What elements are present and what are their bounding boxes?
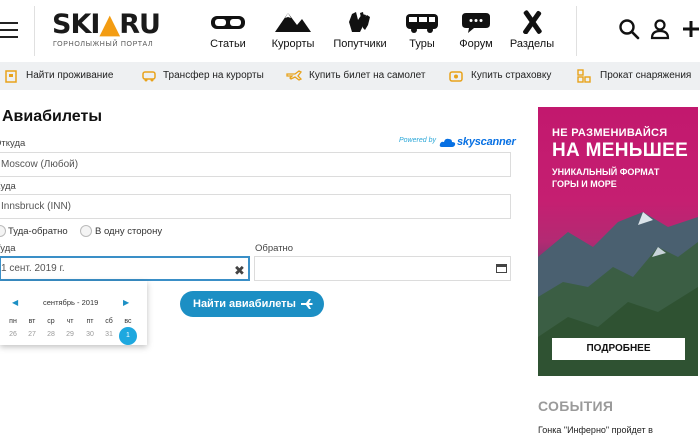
calendar-day[interactable]: 30 <box>81 331 99 338</box>
skyscanner-text: skyscanner <box>457 136 516 148</box>
prev-month-icon[interactable]: ◀ <box>12 298 18 307</box>
subnav-accommodation[interactable]: Найти проживание <box>4 62 116 90</box>
weekday-label: чт <box>66 318 74 325</box>
calendar-day[interactable]: 31 <box>100 331 118 338</box>
skis-icon <box>523 10 542 34</box>
insurance-icon <box>449 71 463 82</box>
depart-date-input[interactable]: 1 сент. 2019 г. <box>0 256 250 281</box>
subnav-transfer-label: Трансфер на курорты <box>163 70 264 81</box>
plus-icon[interactable] <box>680 18 700 40</box>
weekday-label: пт <box>86 318 94 325</box>
page-title: Авиабилеты <box>2 108 102 125</box>
nav-resorts[interactable]: Курорты <box>260 10 326 56</box>
calendar-day[interactable]: 27 <box>23 331 41 338</box>
radio-one-way[interactable]: В одну сторону <box>80 225 180 238</box>
skyscanner-cloud-icon <box>439 138 456 147</box>
subnav-rental[interactable]: Прокат снаряжения <box>577 62 692 90</box>
radio-round-trip-dot <box>0 225 6 237</box>
subnav-insurance[interactable]: Купить страховку <box>449 62 552 90</box>
nav-sections-label: Разделы <box>509 38 555 50</box>
logo-mountain-glyph: ▲ <box>99 9 120 40</box>
plane-icon <box>301 299 313 309</box>
chat-bubble-icon <box>462 13 490 33</box>
depart-label: Туда <box>0 243 16 254</box>
calendar-day-selected[interactable]: 1 <box>119 327 137 345</box>
mountains-icon <box>275 13 311 32</box>
goggles-icon <box>211 16 245 29</box>
ad-line-3: УНИКАЛЬНЫЙ ФОРМАТ <box>552 167 660 177</box>
header-divider-right <box>576 6 577 56</box>
from-label: Откуда <box>0 138 26 149</box>
radio-round-trip-label: Туда-обратно <box>8 226 68 237</box>
powered-by-text: Powered by <box>399 137 436 144</box>
site-logo[interactable]: SKI▲RU ГОРНОЛЫЖНЫЙ ПОРТАЛ <box>52 9 168 49</box>
from-input[interactable]: Moscow (Любой) <box>0 152 511 177</box>
subnav-flight-label: Купить билет на самолет <box>309 70 426 81</box>
menu-icon[interactable] <box>0 22 18 40</box>
search-icon[interactable] <box>618 18 640 40</box>
subnav-accommodation-label: Найти проживание <box>26 70 114 81</box>
site-header: SKI▲RU ГОРНОЛЫЖНЫЙ ПОРТАЛ Статьи Курорты… <box>0 0 700 62</box>
clear-date-icon[interactable]: ✖ <box>234 263 245 279</box>
nav-companions[interactable]: Попутчики <box>327 10 393 56</box>
logo-subtitle: ГОРНОЛЫЖНЫЙ ПОРТАЛ <box>53 41 154 48</box>
logo-wordmark: SKI▲RU <box>52 9 161 40</box>
user-icon[interactable] <box>649 18 671 40</box>
events-heading: СОБЫТИЯ <box>538 398 614 414</box>
calendar-day[interactable]: 29 <box>61 331 79 338</box>
search-flights-button[interactable]: Найти авиабилеты <box>180 291 324 317</box>
bus-icon <box>406 14 438 33</box>
weekday-label: ср <box>47 318 55 325</box>
next-month-icon[interactable]: ▶ <box>123 298 129 307</box>
return-date-input[interactable] <box>254 256 511 281</box>
ad-line-4: ГОРЫ И МОРЕ <box>552 179 617 189</box>
datepicker-month: сентябрь - 2019 <box>43 298 99 307</box>
to-label: Куда <box>0 181 16 192</box>
calendar-icon[interactable] <box>496 263 507 273</box>
weekday-label: вс <box>124 318 132 325</box>
rental-icon <box>577 69 591 83</box>
ad-more-button[interactable]: ПОДРОБНЕЕ <box>552 338 685 360</box>
transfer-icon <box>142 71 156 82</box>
subnav-rental-label: Прокат снаряжения <box>600 70 692 81</box>
hotel-icon <box>5 70 17 83</box>
logo-ski: SKI <box>52 9 100 40</box>
radio-one-way-label: В одну сторону <box>95 226 163 237</box>
nav-articles-label: Статьи <box>210 38 246 50</box>
services-bar: Найти проживание Трансфер на курорты Куп… <box>0 62 700 90</box>
radio-round-trip[interactable]: Туда-обратно <box>0 225 84 238</box>
calendar-day[interactable]: 28 <box>42 331 60 338</box>
skyscanner-logo[interactable]: skyscanner <box>439 136 516 150</box>
weekday-label: сб <box>105 318 113 325</box>
radio-one-way-dot <box>80 225 92 237</box>
subnav-insurance-label: Купить страховку <box>471 70 552 81</box>
header-divider <box>34 6 35 56</box>
calendar-day[interactable]: 26 <box>4 331 22 338</box>
gloves-icon <box>349 12 370 32</box>
weekday-label: вт <box>28 318 36 325</box>
search-flights-label: Найти авиабилеты <box>193 298 296 310</box>
ad-line-1: НЕ РАЗМЕНИВАЙСЯ <box>552 127 668 139</box>
return-label: Обратно <box>255 243 294 254</box>
plane-icon <box>286 70 302 81</box>
subnav-transfer[interactable]: Трансфер на курорты <box>142 62 264 90</box>
subnav-flight[interactable]: Купить билет на самолет <box>286 62 425 90</box>
nav-articles[interactable]: Статьи <box>195 10 261 56</box>
nav-sections[interactable]: Разделы <box>499 10 565 56</box>
nav-resorts-label: Курорты <box>271 38 315 50</box>
to-input[interactable]: Innsbruck (INN) <box>0 194 511 219</box>
ad-banner[interactable]: НЕ РАЗМЕНИВАЙСЯ НА МЕНЬШЕЕ УНИКАЛЬНЫЙ ФО… <box>538 107 698 376</box>
event-link[interactable]: Гонка "Инферно" пройдет в <box>538 425 653 435</box>
weekday-label: пн <box>9 318 17 325</box>
ad-line-2: НА МЕНЬШЕЕ <box>552 140 689 161</box>
datepicker-popup: ◀ сентябрь - 2019 ▶ пн вт ср чт пт сб вс… <box>0 281 147 345</box>
logo-ru: RU <box>119 9 161 40</box>
nav-companions-label: Попутчики <box>333 38 387 50</box>
